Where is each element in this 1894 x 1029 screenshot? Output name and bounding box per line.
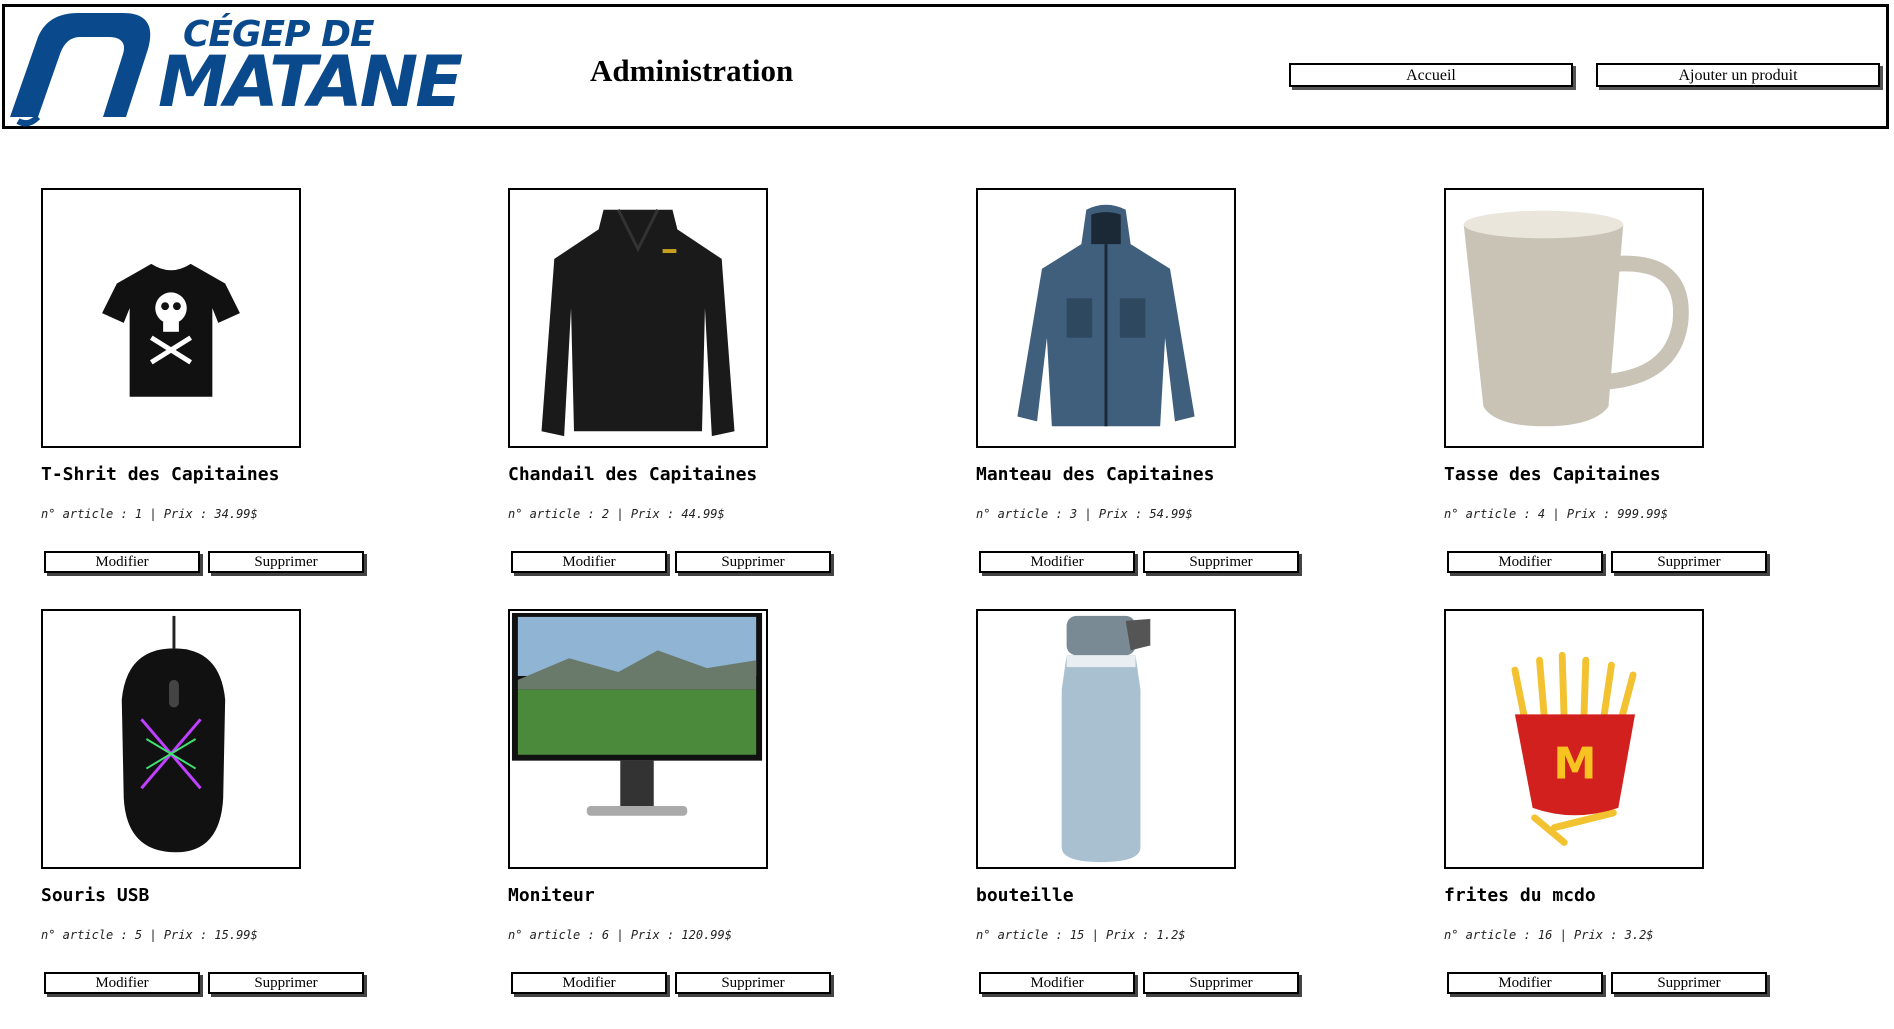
jacket-image [1017, 204, 1195, 427]
product-name: bouteille [976, 885, 1074, 906]
admin-page: CÉGEP DE MATANE Administration Accueil A… [0, 0, 1894, 994]
svg-text:M: M [1553, 739, 1596, 789]
edit-button[interactable]: Modifier [511, 551, 667, 573]
product-image [41, 188, 301, 448]
product-card: Manteau des Capitaines n° article : 3 | … [976, 188, 1376, 608]
product-meta: n° article : 2 | Prix : 44.99$ [508, 507, 725, 521]
product-name: Tasse des Capitaines [1444, 464, 1661, 485]
product-meta: n° article : 5 | Prix : 15.99$ [41, 928, 258, 942]
page-title: Administration [590, 53, 794, 88]
edit-button[interactable]: Modifier [511, 972, 667, 994]
product-name: Chandail des Capitaines [508, 464, 758, 485]
product-name: Manteau des Capitaines [976, 464, 1215, 485]
product-name: Souris USB [41, 885, 150, 906]
fries-image: M [1511, 651, 1637, 846]
product-meta: n° article : 16 | Prix : 3.2$ [1444, 928, 1654, 942]
product-image [508, 188, 768, 448]
product-card: Tasse des Capitaines n° article : 4 | Pr… [1444, 188, 1844, 608]
product-meta: n° article : 6 | Prix : 120.99$ [508, 928, 732, 942]
bottle-image [1061, 615, 1151, 863]
product-image: M [1444, 609, 1704, 869]
delete-button[interactable]: Supprimer [1143, 551, 1299, 573]
add-product-button[interactable]: Ajouter un produit [1596, 63, 1880, 87]
product-card: Moniteur n° article : 6 | Prix : 120.99$… [508, 609, 908, 1029]
product-image [508, 609, 768, 869]
product-image [976, 609, 1236, 869]
sweater-image [541, 209, 735, 437]
logo-mark-icon [10, 13, 151, 127]
site-header: CÉGEP DE MATANE Administration Accueil A… [2, 4, 1889, 129]
product-name: frites du mcdo [1444, 885, 1596, 906]
product-image [41, 609, 301, 869]
mug-image [1463, 210, 1689, 427]
delete-button[interactable]: Supprimer [675, 972, 831, 994]
product-image [976, 188, 1236, 448]
logo-text-bottom: MATANE [158, 41, 463, 123]
product-meta: n° article : 3 | Prix : 54.99$ [976, 507, 1193, 521]
product-image [1444, 188, 1704, 448]
product-name: Moniteur [508, 885, 595, 906]
delete-button[interactable]: Supprimer [1611, 551, 1767, 573]
delete-button[interactable]: Supprimer [1143, 972, 1299, 994]
product-card: M frites du mcdo n° article : 16 | Prix … [1444, 609, 1844, 1029]
tshirt-image [102, 263, 240, 397]
home-button[interactable]: Accueil [1289, 63, 1573, 87]
edit-button[interactable]: Modifier [1447, 972, 1603, 994]
product-card: T-Shrit des Capitaines n° article : 1 | … [41, 188, 441, 608]
product-name: T-Shrit des Capitaines [41, 464, 280, 485]
product-meta: n° article : 15 | Prix : 1.2$ [976, 928, 1186, 942]
product-card: Souris USB n° article : 5 | Prix : 15.99… [41, 609, 441, 1029]
delete-button[interactable]: Supprimer [675, 551, 831, 573]
product-meta: n° article : 4 | Prix : 999.99$ [1444, 507, 1668, 521]
cegep-matane-logo[interactable]: CÉGEP DE MATANE [8, 9, 463, 127]
delete-button[interactable]: Supprimer [1611, 972, 1767, 994]
delete-button[interactable]: Supprimer [208, 972, 364, 994]
edit-button[interactable]: Modifier [44, 551, 200, 573]
product-card: bouteille n° article : 15 | Prix : 1.2$ … [976, 609, 1376, 1029]
edit-button[interactable]: Modifier [1447, 551, 1603, 573]
edit-button[interactable]: Modifier [979, 972, 1135, 994]
edit-button[interactable]: Modifier [44, 972, 200, 994]
product-meta: n° article : 1 | Prix : 34.99$ [41, 507, 258, 521]
monitor-image [511, 612, 763, 816]
product-card: Chandail des Capitaines n° article : 2 |… [508, 188, 908, 608]
edit-button[interactable]: Modifier [979, 551, 1135, 573]
mouse-image [121, 615, 226, 853]
delete-button[interactable]: Supprimer [208, 551, 364, 573]
